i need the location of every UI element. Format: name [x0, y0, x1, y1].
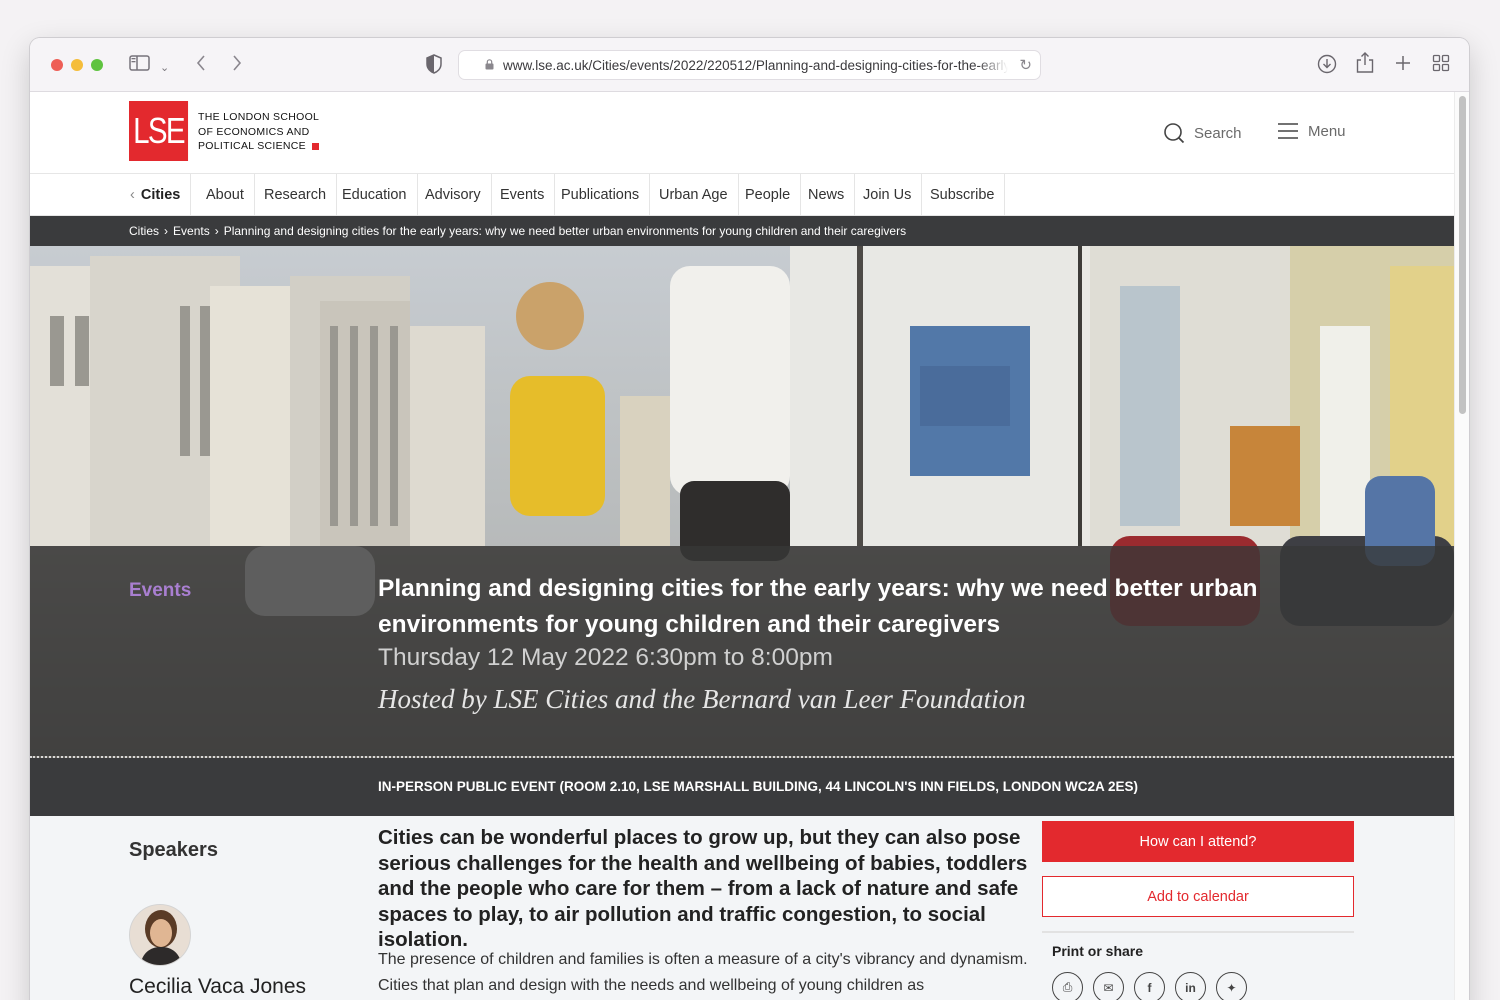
- linkedin-icon[interactable]: in: [1175, 972, 1206, 1000]
- chevron-down-icon[interactable]: ⌄: [160, 57, 169, 79]
- nav-item-people[interactable]: People: [735, 174, 802, 216]
- forward-icon[interactable]: [231, 54, 243, 77]
- back-icon[interactable]: [195, 54, 207, 77]
- nav-item-research[interactable]: Research: [254, 174, 338, 216]
- print-share-heading: Print or share: [1052, 943, 1144, 959]
- page-viewport: LSE THE LONDON SCHOOL OF ECONOMICS AND P…: [30, 92, 1454, 1000]
- hamburger-icon: [1278, 123, 1298, 139]
- hero-banner: Events Planning and designing cities for…: [30, 246, 1454, 816]
- breadcrumb-events[interactable]: Events: [173, 224, 210, 238]
- close-window-button[interactable]: [51, 59, 63, 71]
- event-content: Speakers Cecilia Vaca Jones Cities can b…: [30, 816, 1454, 1000]
- breadcrumb-separator: ›: [214, 224, 219, 238]
- event-title: Planning and designing cities for the ea…: [378, 575, 1258, 638]
- menu-label: Menu: [1308, 122, 1346, 140]
- share-icon[interactable]: [1356, 51, 1374, 78]
- event-host: Hosted by LSE Cities and the Bernard van…: [378, 684, 1026, 714]
- browser-toolbar: ⌄ www.lse.ac.uk/Cities/events/2022/22051…: [30, 38, 1469, 92]
- nav-item-urban-age[interactable]: Urban Age: [649, 174, 739, 216]
- breadcrumb: Cities › Events › Planning and designing cit…: [30, 216, 1454, 246]
- event-type-tag[interactable]: Events: [129, 580, 191, 602]
- search-icon: [1164, 123, 1185, 144]
- share-divider: [1042, 931, 1354, 933]
- reload-icon[interactable]: ↻: [1019, 56, 1032, 74]
- address-bar[interactable]: www.lse.ac.uk/Cities/events/2022/220512/…: [458, 50, 1041, 80]
- breadcrumb-cities[interactable]: Cities: [129, 224, 159, 238]
- how-to-attend-button[interactable]: How can I attend?: [1042, 821, 1354, 862]
- nav-item-publications[interactable]: Publications: [551, 174, 651, 216]
- twitter-icon[interactable]: ✦: [1216, 972, 1247, 1000]
- sidebar-toggle-icon[interactable]: [129, 54, 151, 77]
- nav-item-education[interactable]: Education: [332, 174, 418, 216]
- search-button[interactable]: Search: [1163, 122, 1242, 144]
- zoom-window-button[interactable]: [91, 59, 103, 71]
- lse-logo[interactable]: LSE: [129, 101, 189, 161]
- event-venue: IN-PERSON PUBLIC EVENT (ROOM 2.10, LSE M…: [378, 779, 1139, 794]
- nav-back-label: Cities: [140, 187, 181, 203]
- minimize-window-button[interactable]: [71, 59, 83, 71]
- event-date: Thursday 12 May 2022 6:30pm to 8:00pm: [378, 644, 833, 671]
- speakers-heading: Speakers: [129, 839, 218, 861]
- nav-item-events[interactable]: Events: [490, 174, 556, 216]
- privacy-shield-icon[interactable]: [426, 54, 442, 79]
- site-header: LSE THE LONDON SCHOOL OF ECONOMICS AND P…: [30, 92, 1454, 174]
- tab-overview-icon[interactable]: [1432, 54, 1450, 77]
- url-text: www.lse.ac.uk/Cities/events/2022/220512/…: [503, 58, 1008, 73]
- venue-bar: IN-PERSON PUBLIC EVENT (ROOM 2.10, LSE M…: [30, 758, 1454, 816]
- section-nav: ‹ Cities About Research Education Advisor…: [30, 174, 1454, 216]
- speaker-name[interactable]: Cecilia Vaca Jones: [129, 975, 306, 999]
- browser-window: ⌄ www.lse.ac.uk/Cities/events/2022/22051…: [30, 38, 1469, 1000]
- share-icons: ⎙ ✉ f in ✦: [1052, 972, 1247, 1000]
- nav-item-subscribe[interactable]: Subscribe: [920, 174, 1006, 216]
- menu-button[interactable]: Menu: [1277, 122, 1346, 140]
- downloads-icon[interactable]: [1317, 54, 1337, 79]
- add-to-calendar-button[interactable]: Add to calendar: [1042, 876, 1354, 917]
- scrollbar-thumb[interactable]: [1459, 96, 1466, 414]
- lse-logo-wordmark[interactable]: THE LONDON SCHOOL OF ECONOMICS AND POLIT…: [198, 110, 319, 154]
- breadcrumb-current: Planning and designing cities for the ea…: [223, 224, 907, 238]
- logo-line-2: OF ECONOMICS AND: [198, 125, 310, 138]
- search-label: Search: [1194, 124, 1242, 142]
- nav-item-about[interactable]: About: [196, 174, 255, 216]
- email-icon[interactable]: ✉: [1093, 972, 1124, 1000]
- nav-item-news[interactable]: News: [798, 174, 856, 216]
- nav-back-cities[interactable]: ‹ Cities: [120, 174, 192, 216]
- nav-item-advisory[interactable]: Advisory: [415, 174, 492, 216]
- chevron-left-icon: ‹: [130, 187, 135, 203]
- logo-line-1: THE LONDON SCHOOL: [198, 111, 320, 123]
- print-icon[interactable]: ⎙: [1052, 972, 1083, 1000]
- event-description: The presence of children and families is…: [378, 951, 1028, 994]
- event-lead: Cities can be wonderful places to grow u…: [378, 826, 1028, 951]
- breadcrumb-separator: ›: [164, 224, 169, 238]
- speaker-avatar[interactable]: [129, 904, 191, 966]
- facebook-icon[interactable]: f: [1134, 972, 1165, 1000]
- new-tab-icon[interactable]: [1394, 54, 1412, 77]
- lock-icon: [485, 59, 494, 70]
- nav-item-join-us[interactable]: Join Us: [853, 174, 923, 216]
- page-scrollbar[interactable]: [1454, 92, 1469, 1000]
- logo-line-3: POLITICAL SCIENCE: [198, 139, 319, 154]
